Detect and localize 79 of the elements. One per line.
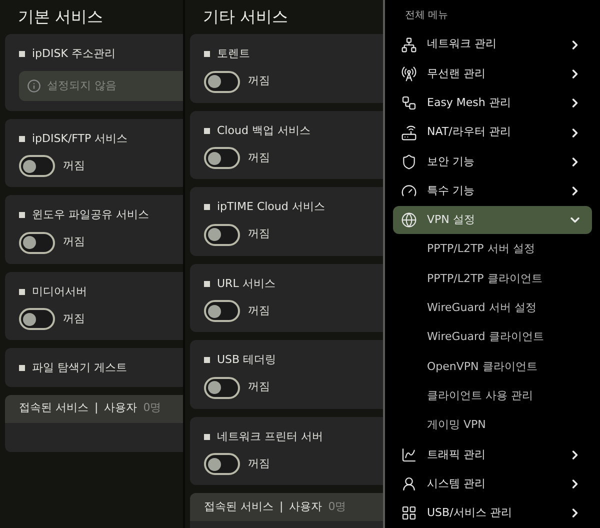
submenu-item[interactable]: 게이밍 VPN xyxy=(393,412,592,440)
toggle-switch[interactable] xyxy=(19,308,55,330)
menu-item[interactable]: USB/서비스 관리 xyxy=(393,499,592,528)
separator: | xyxy=(94,400,98,416)
bullet-icon xyxy=(204,128,210,134)
panel-title: 기타 서비스 xyxy=(203,6,288,28)
bullet-icon xyxy=(204,204,210,210)
toggle-label: 꺼짐 xyxy=(248,456,270,472)
toggle-switch[interactable] xyxy=(204,300,240,322)
submenu-item[interactable]: WireGuard 클라이언트 xyxy=(393,324,592,352)
toggle-switch[interactable] xyxy=(204,70,240,92)
submenu-item[interactable]: WireGuard 서버 설정 xyxy=(393,294,592,322)
menu-item[interactable]: 보안 기능 xyxy=(393,148,592,176)
service-title: 토렌트 xyxy=(217,46,250,62)
submenu-item[interactable]: PPTP/L2TP 서버 설정 xyxy=(393,236,592,264)
menu-item[interactable]: VPN 설정 xyxy=(393,206,592,234)
separator: | xyxy=(280,498,284,515)
toggle-label: 꺼짐 xyxy=(63,234,85,250)
toggle-switch[interactable] xyxy=(19,155,55,177)
submenu-item[interactable]: PPTP/L2TP 클라이언트 xyxy=(393,265,592,294)
toggle-label: 꺼짐 xyxy=(248,73,270,90)
menu-item[interactable]: 특수 기능 xyxy=(393,177,592,206)
user-label: 사용자 xyxy=(289,498,322,515)
toggle-label: 꺼짐 xyxy=(248,302,270,319)
status-field[interactable]: 설정되지 않음 xyxy=(19,70,183,100)
service-title: ipTIME Cloud 서비스 xyxy=(217,199,325,215)
bullet-icon xyxy=(19,288,25,295)
bullet-icon xyxy=(19,365,25,372)
person-icon xyxy=(401,476,417,492)
service-title: USB 테더링 xyxy=(217,352,276,368)
user-count: 0명 xyxy=(328,498,346,515)
service-title: Cloud 백업 서비스 xyxy=(217,122,310,138)
toggle-switch[interactable] xyxy=(204,224,240,246)
grid-icon xyxy=(401,505,417,522)
submenu-item[interactable]: OpenVPN 클라이언트 xyxy=(393,352,592,381)
chart-icon xyxy=(401,446,417,463)
menu-item[interactable]: NAT/라우터 관리 xyxy=(393,118,592,147)
connected-label: 접속된 서비스 xyxy=(19,400,88,416)
network-icon xyxy=(401,36,417,53)
service-title: ipDISK 주소관리 xyxy=(32,46,116,62)
toggle-label: 꺼짐 xyxy=(248,379,270,396)
menu-item[interactable]: Easy Mesh 관리 xyxy=(393,89,592,118)
service-title: 윈도우 파일공유 서비스 xyxy=(32,207,149,223)
toggle-label: 꺼짐 xyxy=(63,158,85,174)
service-title: ipDISK/FTP 서비스 xyxy=(32,130,128,146)
bullet-icon xyxy=(19,212,25,218)
menu-item[interactable]: 시스템 관리 xyxy=(393,470,592,498)
bullet-icon xyxy=(204,51,210,58)
panel-title: 기본 서비스 xyxy=(18,6,104,28)
antenna-icon xyxy=(401,66,417,82)
toggle-switch[interactable] xyxy=(19,232,55,254)
info-icon xyxy=(27,78,41,92)
menu-title: 전체 메뉴 xyxy=(405,8,448,22)
globe-icon xyxy=(401,212,417,228)
user-count: 0명 xyxy=(143,400,162,416)
toggle-label: 꺼짐 xyxy=(248,150,270,166)
toggle-label: 꺼짐 xyxy=(63,310,85,327)
toggle-label: 꺼짐 xyxy=(248,226,270,242)
bullet-icon xyxy=(204,280,210,287)
menu-item[interactable]: 네트워크 관리 xyxy=(393,30,592,59)
service-title: 네트워크 프린터 서버 xyxy=(217,428,323,444)
service-title: 파일 탐색기 게스트 xyxy=(32,360,127,376)
user-label: 사용자 xyxy=(104,400,138,416)
menu-item[interactable]: 트래픽 관리 xyxy=(393,440,592,469)
bullet-icon xyxy=(204,357,210,364)
tree-icon xyxy=(401,95,417,112)
shield-icon xyxy=(401,154,417,170)
menu-item[interactable]: 무선랜 관리 xyxy=(393,60,592,88)
toggle-switch[interactable] xyxy=(204,147,240,169)
bullet-icon xyxy=(204,434,210,440)
toggle-switch[interactable] xyxy=(204,453,240,475)
service-title: 미디어서버 xyxy=(32,284,87,300)
service-title: URL 서비스 xyxy=(217,276,276,292)
submenu-item[interactable]: 클라이언트 사용 관리 xyxy=(393,382,592,410)
toggle-switch[interactable] xyxy=(204,376,240,398)
bullet-icon xyxy=(19,136,25,142)
router-icon xyxy=(401,124,417,141)
connected-label: 접속된 서비스 xyxy=(204,498,274,515)
bullet-icon xyxy=(19,51,25,58)
